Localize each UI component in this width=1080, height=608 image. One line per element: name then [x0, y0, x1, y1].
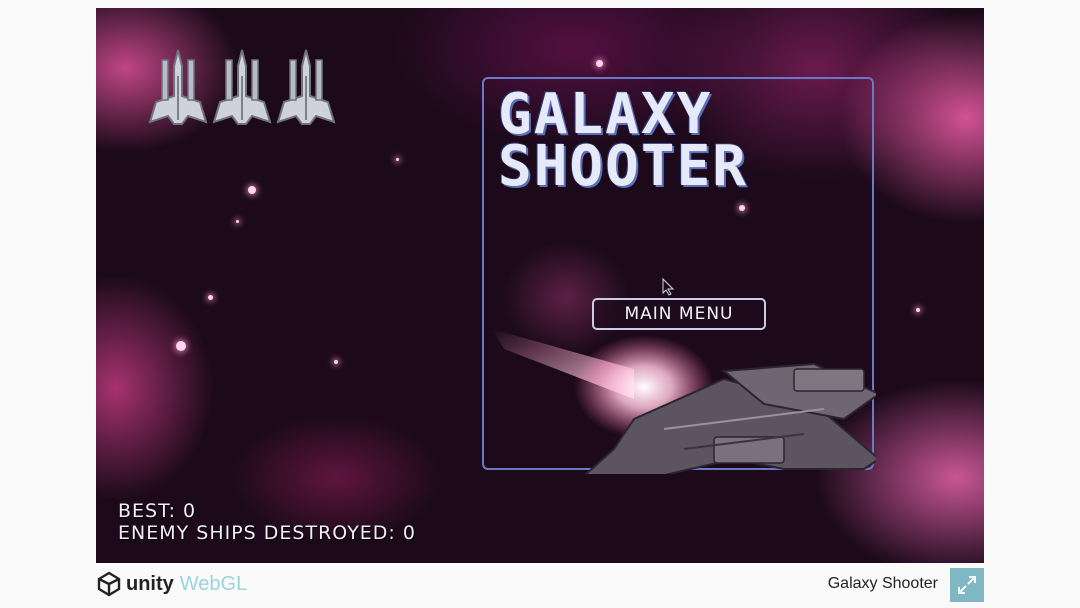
unity-logo-icon	[97, 571, 121, 597]
spaceship-icon	[212, 46, 272, 126]
mouse-cursor-icon	[662, 278, 674, 296]
webgl-page: GALAXY SHOOTER MAIN MENU BEST: 0 ENEMY S…	[0, 0, 1080, 608]
hud-stats: BEST: 0 ENEMY SHIPS DESTROYED: 0	[118, 500, 416, 544]
game-canvas[interactable]: GALAXY SHOOTER MAIN MENU BEST: 0 ENEMY S…	[96, 8, 984, 563]
background-star	[396, 158, 399, 161]
spaceship-icon	[148, 46, 208, 126]
unity-label: unity	[126, 572, 174, 595]
webgl-footer: unity WebGL Galaxy Shooter	[96, 563, 984, 608]
lives-display	[148, 46, 336, 126]
game-title: GALAXY SHOOTER	[498, 87, 748, 195]
app-title: Galaxy Shooter	[827, 575, 938, 592]
fullscreen-icon	[958, 576, 976, 594]
fullscreen-button[interactable]	[950, 568, 984, 602]
background-star	[208, 295, 213, 300]
spaceship-icon	[276, 46, 336, 126]
spaceship-illustration	[492, 329, 876, 474]
webgl-label: WebGL	[179, 572, 248, 595]
background-star	[596, 60, 603, 67]
background-star	[334, 360, 338, 364]
enemy-ships-destroyed: ENEMY SHIPS DESTROYED: 0	[118, 522, 416, 544]
game-title-line-2: SHOOTER	[498, 134, 749, 199]
background-star	[176, 341, 186, 351]
main-menu-button[interactable]: MAIN MENU	[592, 298, 766, 330]
best-score: BEST: 0	[118, 500, 197, 522]
background-star	[248, 186, 256, 194]
background-star	[236, 220, 239, 223]
unity-webgl-logo: unity WebGL	[96, 571, 247, 597]
background-star	[916, 308, 920, 312]
main-menu-panel: GALAXY SHOOTER MAIN MENU	[482, 77, 876, 474]
